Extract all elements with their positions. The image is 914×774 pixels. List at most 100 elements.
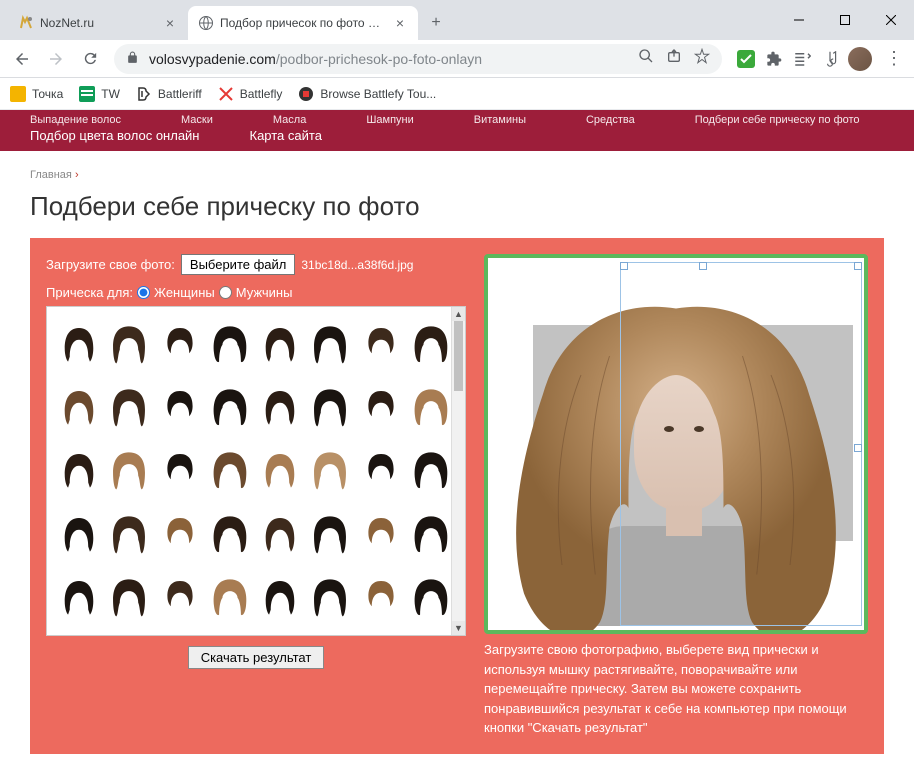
bookmark-battleriff[interactable]: Battleriff — [136, 86, 202, 102]
minimize-button[interactable] — [776, 0, 822, 40]
maximize-button[interactable] — [822, 0, 868, 40]
hairstyle-thumb[interactable] — [357, 315, 405, 373]
hairstyle-thumb[interactable] — [407, 568, 455, 626]
gender-row: Прическа для: Женщины Мужчины — [46, 285, 466, 300]
tab-close-icon[interactable]: × — [162, 15, 178, 31]
hairstyle-thumb[interactable] — [256, 441, 304, 499]
site-nav: Выпадение волос Маски Масла Шампуни Витамины… — [0, 110, 914, 151]
nav-link[interactable]: Средства — [586, 114, 635, 126]
new-tab-button[interactable]: + — [422, 9, 450, 37]
nav-link[interactable]: Масла — [273, 114, 306, 126]
ext-check-icon[interactable] — [736, 49, 756, 69]
hairstyle-thumb[interactable] — [256, 505, 304, 563]
window-controls — [776, 0, 914, 40]
favicon-noznet — [18, 15, 34, 31]
breadcrumb-home[interactable]: Главная — [30, 169, 72, 181]
download-button[interactable]: Скачать результат — [188, 646, 325, 669]
page-title: Подбери себе прическу по фото — [30, 191, 884, 222]
hairstyle-thumb[interactable] — [55, 441, 103, 499]
bookmark-tw[interactable]: TW — [79, 86, 120, 102]
hairstyle-thumb[interactable] — [55, 568, 103, 626]
hairstyle-thumb[interactable] — [357, 568, 405, 626]
hairstyle-thumb[interactable] — [357, 378, 405, 436]
close-button[interactable] — [868, 0, 914, 40]
globe-icon — [198, 15, 214, 31]
radio-women[interactable] — [137, 286, 150, 299]
hairstyle-thumb[interactable] — [407, 378, 455, 436]
bookmark-battlefly[interactable]: Battlefly — [218, 86, 283, 102]
reload-button[interactable] — [74, 43, 106, 75]
bookmark-battlefy[interactable]: Browse Battlefy Tou... — [298, 86, 436, 102]
hairstyle-thumb[interactable] — [306, 505, 354, 563]
tab-close-icon[interactable]: × — [392, 15, 408, 31]
nav-link[interactable]: Маски — [181, 114, 213, 126]
nav-link[interactable]: Шампуни — [366, 114, 413, 126]
hairstyle-thumb[interactable] — [55, 315, 103, 373]
hairstyle-thumb[interactable] — [55, 378, 103, 436]
search-icon-omnibox[interactable] — [638, 48, 654, 69]
scroll-up[interactable]: ▲ — [452, 307, 465, 321]
hairstyle-thumb[interactable] — [156, 505, 204, 563]
hairstyle-thumb[interactable] — [55, 505, 103, 563]
radio-men[interactable] — [219, 286, 232, 299]
resize-handle[interactable] — [854, 262, 862, 270]
nav-link[interactable]: Выпадение волос — [30, 114, 121, 126]
resize-handle[interactable] — [620, 262, 628, 270]
hairstyle-thumb[interactable] — [256, 568, 304, 626]
resize-handle[interactable] — [699, 262, 707, 270]
hairstyle-thumb[interactable] — [105, 315, 153, 373]
share-icon[interactable] — [666, 48, 682, 69]
extension-icons — [730, 47, 878, 71]
hairstyle-thumb[interactable] — [256, 315, 304, 373]
file-input-button[interactable]: Выберите файл — [181, 254, 295, 275]
hairstyle-thumb[interactable] — [306, 378, 354, 436]
hairstyle-thumb[interactable] — [156, 378, 204, 436]
hairstyle-thumb[interactable] — [306, 568, 354, 626]
hairstyle-thumb[interactable] — [206, 378, 254, 436]
hairstyle-thumb[interactable] — [206, 315, 254, 373]
nav-link[interactable]: Карта сайта — [250, 128, 322, 143]
nav-link[interactable]: Подбери себе прическу по фото — [695, 114, 860, 126]
hairstyle-thumb[interactable] — [306, 441, 354, 499]
menu-button[interactable]: ⋮ — [880, 48, 908, 69]
scrollbar[interactable]: ▲ ▼ — [451, 307, 465, 635]
resize-handle[interactable] — [854, 444, 862, 452]
hairstyle-thumb[interactable] — [156, 315, 204, 373]
hairstyle-thumb[interactable] — [357, 441, 405, 499]
tab-active[interactable]: Подбор причесок по фото онла × — [188, 6, 418, 40]
nav-link[interactable]: Витамины — [474, 114, 526, 126]
hairstyle-thumb[interactable] — [156, 568, 204, 626]
hairstyle-thumb[interactable] — [156, 441, 204, 499]
preview-box[interactable] — [484, 254, 868, 634]
reading-list-icon[interactable] — [792, 49, 812, 69]
instructions-text: Загрузите свою фотографию, выберете вид … — [484, 640, 868, 738]
hairstyle-thumb[interactable] — [206, 505, 254, 563]
media-icon[interactable] — [820, 49, 840, 69]
profile-avatar[interactable] — [848, 47, 872, 71]
hairstyle-thumb[interactable] — [407, 315, 455, 373]
scroll-thumb[interactable] — [454, 321, 463, 391]
hairstyle-thumb[interactable] — [206, 568, 254, 626]
selection-bbox[interactable] — [620, 262, 862, 626]
hairstyle-thumb[interactable] — [105, 568, 153, 626]
hairstyle-thumb[interactable] — [256, 378, 304, 436]
hairstyle-thumb[interactable] — [407, 441, 455, 499]
hairstyle-thumb[interactable] — [407, 505, 455, 563]
bookmark-tochka[interactable]: Точка — [10, 86, 63, 102]
back-button[interactable] — [6, 43, 38, 75]
address-bar[interactable]: volosvypadenie.com/podbor-prichesok-po-f… — [114, 44, 722, 74]
extensions-icon[interactable] — [764, 49, 784, 69]
hairstyle-thumb[interactable] — [105, 378, 153, 436]
hairstyle-grid[interactable] — [46, 306, 466, 636]
hairstyle-thumb[interactable] — [306, 315, 354, 373]
hairstyle-thumb[interactable] — [206, 441, 254, 499]
forward-button[interactable] — [40, 43, 72, 75]
hairstyle-thumb[interactable] — [357, 505, 405, 563]
star-icon[interactable] — [694, 48, 710, 69]
hairstyle-thumb[interactable] — [105, 505, 153, 563]
upload-label: Загрузите свое фото: — [46, 257, 175, 272]
hairstyle-thumb[interactable] — [105, 441, 153, 499]
nav-link[interactable]: Подбор цвета волос онлайн — [30, 128, 200, 143]
tab-noznet[interactable]: NozNet.ru × — [8, 6, 188, 40]
scroll-down[interactable]: ▼ — [452, 621, 465, 635]
